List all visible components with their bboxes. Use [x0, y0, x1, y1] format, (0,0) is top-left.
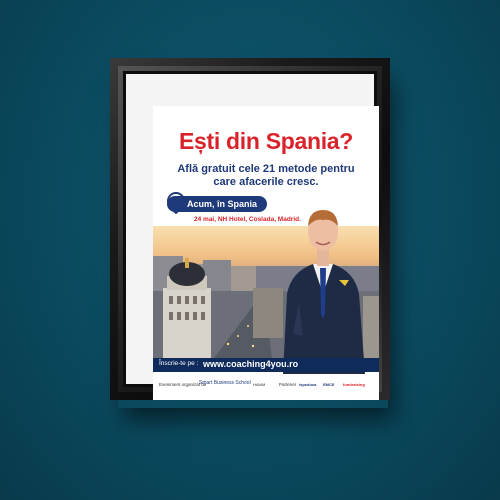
event-detail: 24 mai, NH Hotel, Coslada, Madrid. [194, 216, 301, 223]
location-badge: Acum, în Spania [167, 196, 268, 212]
cta-bar: Înscrie-te pe : www.coaching4you.ro [153, 358, 379, 372]
poster-headline: Ești din Spania? [178, 128, 354, 154]
sponsor-logo-2: EMCE [323, 382, 335, 387]
poster-footer: Eveniment organizat de Smart Business Sc… [153, 374, 379, 400]
poster-frame: Ești din Spania? Află gratuit cele 21 me… [110, 58, 390, 400]
frame-inner: Ești din Spania? Află gratuit cele 21 me… [123, 71, 379, 400]
cta-url: www.coaching4you.ro [203, 359, 299, 369]
partner-label: Partener [279, 382, 297, 387]
sponsor-logo-1: ispeduca [299, 382, 317, 387]
organizer-logo: Smart Business School [199, 380, 251, 386]
organizer-small: HAMM [253, 382, 266, 387]
poster-mat: Ești din Spania? Află gratuit cele 21 me… [126, 74, 379, 400]
poster: Ești din Spania? Află gratuit cele 21 me… [153, 106, 379, 400]
sponsor-logo-3: fundraising [343, 382, 365, 387]
metropolis-building [163, 258, 211, 364]
frame-bevel: Ești din Spania? Află gratuit cele 21 me… [118, 66, 382, 400]
cta-label: Înscrie-te pe : [159, 360, 199, 367]
presenter-photo [283, 210, 365, 374]
